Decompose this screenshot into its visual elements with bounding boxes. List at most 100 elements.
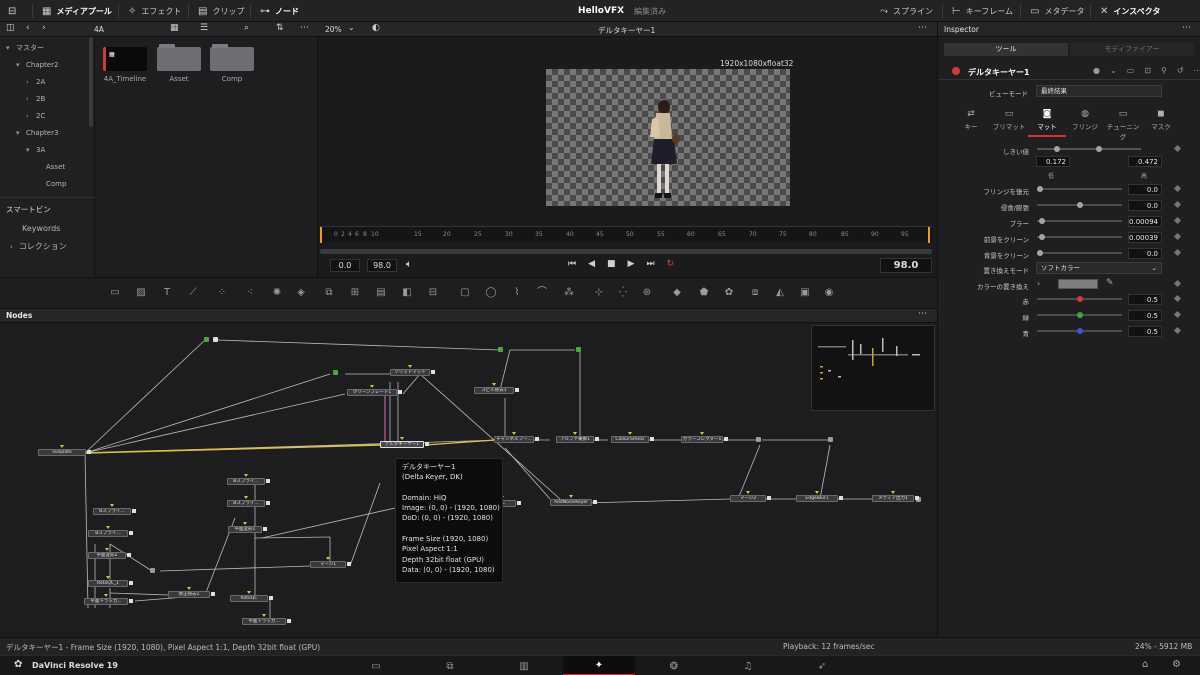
merge-tool-icon[interactable]: ⧉ [322,287,336,299]
particles-tool-icon[interactable]: ⁖ [243,287,257,299]
slider-knob[interactable] [1077,328,1083,334]
ellipse-mask-icon[interactable]: ◯ [484,287,498,299]
timeline-scrollbar[interactable] [320,249,932,254]
bspline-mask-icon[interactable]: ⌒ [535,287,549,299]
inspector-menu-icon[interactable]: ⋯ [1182,23,1191,33]
node-spill[interactable]: スピル除去1 [474,387,514,394]
fx-tool-icon[interactable]: ⊛ [640,287,654,299]
play-icon[interactable]: ▶︎ [628,259,635,269]
node-input-icon[interactable] [244,496,248,499]
node-output-icon[interactable] [287,619,291,623]
light-tool-icon[interactable]: ✺ [270,287,284,299]
nodes-menu-icon[interactable]: ⋯ [918,309,927,319]
mask-tool-icon[interactable]: ◧ [400,287,414,299]
clip-asset-folder[interactable]: Asset [157,44,201,83]
step-back-icon[interactable]: ◀︎ [588,259,595,269]
node-bspline3[interactable]: Bスプライ... [227,500,265,507]
text-tool-icon[interactable]: T [160,287,174,299]
tab-pre-matte[interactable]: ▭ プリマット [990,107,1028,137]
page-fairlight[interactable]: ♫ [712,656,784,675]
brush-tool-icon[interactable]: ⟋ [186,287,200,299]
threshold-high-field[interactable]: 0.472 [1128,156,1162,167]
node-input-icon[interactable] [746,491,750,494]
page-fusion[interactable]: ✦ [563,656,635,675]
node-input-icon[interactable] [106,526,110,529]
node-plane-transform2[interactable]: 平面変形1 [228,526,262,533]
go-to-start-icon[interactable]: ⏮︎ [568,259,576,269]
node-merge2[interactable]: マージ2 [730,495,766,502]
node-output-icon[interactable] [595,437,599,441]
threshold-low-knob[interactable] [1054,146,1060,152]
smart-bin-collections[interactable]: › コレクション [10,241,67,252]
inspector-button[interactable]: ✕ インスペクタ [1100,0,1160,22]
node-liveplate[interactable]: liveplate [38,449,86,456]
node-output-icon[interactable] [535,437,539,441]
node-delta-keyer[interactable]: デルタキーヤー1 [380,441,424,448]
3d-merge-icon[interactable]: ✿ [722,287,736,299]
node-output-icon[interactable] [767,496,771,500]
grid-view-icon[interactable]: ▦ [170,23,179,33]
param-value-field[interactable]: 0.00039 [1128,232,1162,243]
color-channel-slider[interactable] [1037,296,1122,302]
node-output-icon[interactable] [132,509,136,513]
3d-renderer-icon[interactable]: ▣ [798,287,812,299]
node-output-icon[interactable] [87,450,91,454]
param-value-field[interactable]: 0.0 [1128,248,1162,259]
keyframe-icon[interactable] [1173,326,1182,335]
param-slider[interactable] [1037,234,1122,240]
node-output-icon[interactable] [839,496,843,500]
tab-key[interactable]: ⇄ キー [952,107,990,137]
node-output-icon[interactable] [129,599,133,603]
keyframe-icon[interactable] [1173,294,1182,303]
node-input-icon[interactable] [243,522,247,525]
node-output-icon[interactable] [724,437,728,441]
3d-light-icon[interactable]: ◭ [773,287,787,299]
tab-fringe[interactable]: ◍ フリンジ [1066,107,1104,137]
3d-shape-icon[interactable]: ◆ [670,287,684,299]
current-frame-field[interactable]: 98.0 [880,258,932,273]
effects-button[interactable]: ✧ エフェクト [128,0,181,22]
clips-button[interactable]: ▤ クリップ [198,0,244,22]
page-cut[interactable]: ⧉ [414,656,486,675]
node-channel-bool[interactable]: チャンネルブー... [494,436,534,443]
slider-knob[interactable] [1077,296,1083,302]
replace-mode-select[interactable]: ソフトカラー ⌄ [1036,262,1162,274]
node-input-icon[interactable] [187,587,191,590]
node-colour-smear[interactable]: ColourSmear [611,436,649,443]
timeline-ruler[interactable]: 0 2 4 6 8 10 15 20 25 30 35 40 45 50 55 60 65 70 75 80 85 90 9… [320,226,932,243]
param-value-field[interactable]: 0.0 [1128,184,1162,195]
node-minimap[interactable] [811,325,935,411]
node-planar-tracker1[interactable]: 平面トラッカ... [84,598,128,605]
media-pool-button[interactable]: ▦ メディアプール [42,0,112,22]
node-input-icon[interactable] [247,591,251,594]
bin-item[interactable]: ▾ 3A [0,141,95,158]
threshold-high-knob[interactable] [1096,146,1102,152]
lock-icon[interactable]: ⊡ [1144,66,1151,75]
view-mode-select[interactable]: 最終結果 [1036,85,1162,97]
tab-modifiers[interactable]: モディファイアー [1070,43,1194,56]
3d-camera-icon[interactable]: ⧈ [748,287,762,299]
bin-item[interactable]: › 2C [0,107,95,124]
more-icon[interactable]: ⋯ [300,23,309,33]
keyframes-button[interactable]: ⊢ キーフレーム [952,0,1013,22]
paint-tool-icon[interactable]: ▨ [134,287,148,299]
color-channel-field[interactable]: 0.5 [1128,326,1162,337]
sidebar-toggle-icon[interactable]: ◫ [6,23,15,33]
slider-knob[interactable] [1039,218,1046,224]
keyframe-icon[interactable] [1173,216,1182,225]
polygon-mask-icon[interactable]: ⌇ [510,287,524,299]
node-edge-blur[interactable]: EdgeBlur1 [796,495,838,502]
speaker-icon[interactable]: 🔈︎ [406,259,412,270]
node-trim-sub[interactable]: 修正除去1 [168,591,210,598]
stop-icon[interactable]: ■ [607,259,616,269]
node-planar-tracker2[interactable]: 平面トラッカ... [242,618,286,625]
keyframe-icon[interactable] [1173,200,1182,209]
smart-bin-keywords[interactable]: Keywords [22,224,60,233]
color-dot-icon[interactable]: ● [1093,66,1100,75]
node-output-icon[interactable] [266,501,270,505]
clip-4a-timeline[interactable]: ▦ 4A_Timeline [103,47,147,83]
chevron-right-icon[interactable]: › [1037,279,1040,288]
node-bspline1[interactable]: Bスプライ... [93,508,131,515]
node-output-icon[interactable] [263,527,267,531]
node-input-icon[interactable] [891,491,895,494]
